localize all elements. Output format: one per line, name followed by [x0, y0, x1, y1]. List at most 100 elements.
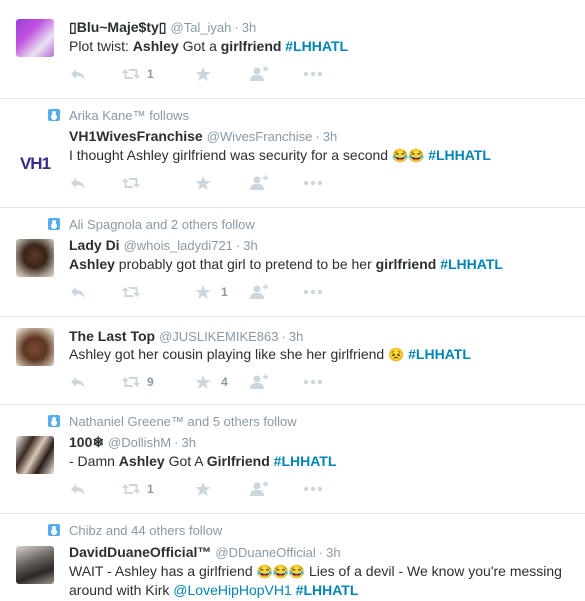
tweet-header: Lady Di @whois_ladydi721 · 3h [69, 236, 258, 254]
tweet-timeline: ▯Blu~Maje$ty▯ @Tal_iyah · 3h Plot twist: Ash… [0, 0, 585, 601]
highlighted-term: Ashley [69, 256, 115, 272]
reply-button[interactable] [69, 175, 87, 191]
highlighted-term: Girlfriend [206, 453, 270, 469]
favorite-count: 1 [221, 285, 228, 299]
tweet[interactable]: Ali Spagnola and 2 others follow Lady Di @… [0, 207, 585, 316]
screen-name[interactable]: @WivesFranchise [207, 129, 313, 144]
more-button[interactable] [303, 175, 323, 191]
highlighted-term: Ashley [118, 453, 165, 469]
screen-name[interactable]: @DollishM [108, 435, 171, 450]
tweet-text: Ashley probably got that girl to pretend… [69, 255, 575, 274]
display-name[interactable]: DavidDuaneOfficial™ [69, 544, 211, 560]
tweet-text: Plot twist: Ashley Got a girlfriend #LHH… [69, 37, 575, 56]
retweet-count: 1 [147, 67, 154, 81]
tweet-text: I thought Ashley girlfriend was security… [69, 146, 575, 165]
more-icon [303, 284, 323, 300]
follow-context: Chibz and 44 others follow [48, 523, 222, 539]
retweet-icon [121, 374, 140, 390]
follow-button[interactable] [248, 284, 268, 300]
follow-button[interactable] [248, 175, 268, 191]
text-segment: WAIT - Ashley has a girlfriend [69, 563, 257, 579]
more-button[interactable] [303, 284, 323, 300]
more-button[interactable] [303, 374, 323, 390]
retweet-button[interactable]: 1 [121, 66, 154, 82]
display-name[interactable]: VH1WivesFranchise [69, 128, 203, 144]
follow-context-text: Ali Spagnola and 2 others follow [69, 217, 255, 232]
follow-context-text: Arika Kane™ follows [69, 108, 189, 123]
tweet[interactable]: ▯Blu~Maje$ty▯ @Tal_iyah · 3h Plot twist: Ash… [0, 0, 585, 98]
retweet-button[interactable]: 1 [121, 481, 154, 497]
screen-name[interactable]: @Tal_iyah [171, 20, 232, 35]
screen-name[interactable]: @whois_ladydi721 [124, 238, 233, 253]
reply-icon [69, 374, 87, 390]
reply-button[interactable] [69, 481, 87, 497]
text-segment: Got A [164, 453, 207, 469]
avatar[interactable] [16, 436, 54, 474]
timestamp[interactable]: 3h [323, 129, 337, 144]
tweet[interactable]: Chibz and 44 others follow DavidDuaneOffi… [0, 513, 585, 601]
favorite-icon [195, 66, 213, 82]
screen-name[interactable]: @DDuaneOfficial [215, 545, 315, 560]
avatar[interactable] [16, 239, 54, 277]
avatar[interactable] [16, 328, 54, 366]
favorite-button[interactable]: 4 [195, 374, 228, 390]
dot-separator: · [281, 329, 286, 344]
hashtag-link[interactable]: #LHHATL [270, 453, 337, 469]
avatar[interactable]: VH1 [16, 145, 54, 183]
display-name[interactable]: 100❄ [69, 434, 104, 450]
follow-icon [248, 481, 268, 497]
highlighted-term: girlfriend [375, 256, 437, 272]
avatar-logo: VH1 [19, 154, 51, 173]
follow-button[interactable] [248, 481, 268, 497]
timestamp[interactable]: 3h [289, 329, 303, 344]
timestamp[interactable]: 3h [243, 238, 257, 253]
hashtag-link[interactable]: #LHHATL [281, 38, 348, 54]
retweet-icon [121, 284, 140, 300]
avatar[interactable] [16, 19, 54, 57]
favorite-button[interactable] [195, 481, 213, 497]
screen-name[interactable]: @JUSLIKEMIKE863 [159, 329, 278, 344]
emoji-icon: 😣 [388, 347, 405, 362]
display-name[interactable]: ▯Blu~Maje$ty▯ [69, 19, 167, 35]
text-segment: I thought Ashley girlfriend was security… [69, 147, 392, 163]
more-button[interactable] [303, 481, 323, 497]
follow-context: Ali Spagnola and 2 others follow [48, 217, 255, 233]
more-button[interactable] [303, 66, 323, 82]
avatar[interactable] [16, 546, 54, 584]
timestamp[interactable]: 3h [326, 545, 340, 560]
reply-button[interactable] [69, 66, 87, 82]
retweet-icon [121, 481, 140, 497]
hashtag-link[interactable]: #LHHATL [424, 147, 491, 163]
reply-button[interactable] [69, 374, 87, 390]
display-name[interactable]: The Last Top [69, 328, 155, 344]
reply-button[interactable] [69, 284, 87, 300]
tweet[interactable]: The Last Top @JUSLIKEMIKE863 · 3h Ashley got… [0, 316, 585, 404]
favorite-button[interactable] [195, 66, 213, 82]
hashtag-link[interactable]: #LHHATL [292, 582, 359, 598]
favorite-button[interactable]: 1 [195, 284, 228, 300]
follow-context-text: Nathaniel Greene™ and 5 others follow [69, 414, 297, 429]
reply-icon [69, 66, 87, 82]
retweet-button[interactable]: 9 [121, 374, 154, 390]
favorite-button[interactable] [195, 175, 213, 191]
favorite-icon [195, 284, 213, 300]
display-name[interactable]: Lady Di [69, 237, 120, 253]
retweet-button[interactable] [121, 175, 140, 191]
favorite-icon [195, 481, 213, 497]
timestamp[interactable]: 3h [242, 20, 256, 35]
favorite-count: 4 [221, 375, 228, 389]
more-icon [303, 481, 323, 497]
highlighted-term: girlfriend [220, 38, 282, 54]
follow-button[interactable] [248, 66, 268, 82]
hashtag-link[interactable]: #LHHATL [436, 256, 503, 272]
favorite-icon [195, 175, 213, 191]
tweet[interactable]: Arika Kane™ follows VH1 VH1WivesFranchise @… [0, 98, 585, 207]
reply-icon [69, 284, 87, 300]
retweet-button[interactable] [121, 284, 140, 300]
mention-link[interactable]: @LoveHipHopVH1 [173, 582, 292, 598]
follow-button[interactable] [248, 374, 268, 390]
timestamp[interactable]: 3h [181, 435, 195, 450]
followed-by-icon [48, 524, 60, 536]
tweet[interactable]: Nathaniel Greene™ and 5 others follow 100… [0, 404, 585, 513]
hashtag-link[interactable]: #LHHATL [404, 346, 471, 362]
